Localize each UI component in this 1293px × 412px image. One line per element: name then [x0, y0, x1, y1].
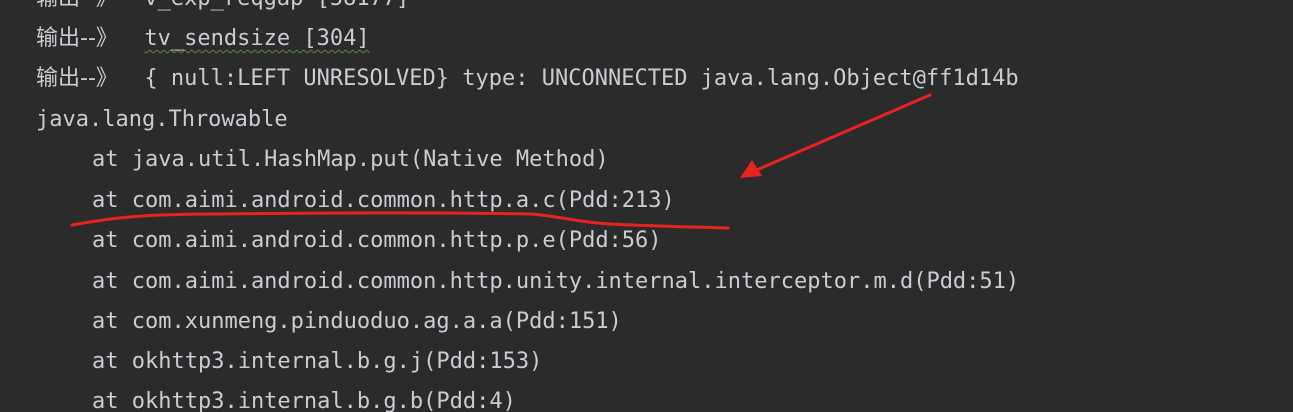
stack-frame[interactable]: at com.aimi.android.common.http.a.c(Pdd:… [92, 181, 675, 221]
output-prefix: 输出--》 [36, 0, 118, 11]
stack-frame[interactable]: at okhttp3.internal.b.g.b(Pdd:4) [92, 382, 516, 412]
stack-frame[interactable]: at okhttp3.internal.b.g.j(Pdd:153) [92, 342, 542, 382]
output-text: { null:LEFT UNRESOLVED} type: UNCONNECTE… [144, 66, 1019, 91]
output-text: v_exp_reqgap [58177] [144, 0, 409, 11]
console-line: 输出--》 { null:LEFT UNRESOLVED} type: UNCO… [36, 59, 1019, 99]
output-prefix: 输出--》 [36, 66, 118, 91]
console-line: 输出--》 tv_sendsize [304] [36, 19, 370, 59]
exception-name: java.lang.Throwable [36, 107, 288, 132]
console-output: 输出--》 v_exp_reqgap [58177] 输出--》 tv_send… [0, 0, 1293, 412]
output-prefix: 输出--》 [36, 26, 118, 51]
stack-frame[interactable]: at com.xunmeng.pinduoduo.ag.a.a(Pdd:151) [92, 302, 622, 342]
stack-frame[interactable]: at com.aimi.android.common.http.p.e(Pdd:… [92, 221, 662, 261]
console-line: 输出--》 v_exp_reqgap [58177] [36, 0, 409, 19]
stack-frame[interactable]: at java.util.HashMap.put(Native Method) [92, 140, 609, 180]
output-text: tv_sendsize [304] [144, 26, 370, 51]
stack-frame[interactable]: at com.aimi.android.common.http.unity.in… [92, 262, 1019, 302]
red-arrow-icon [740, 93, 932, 178]
